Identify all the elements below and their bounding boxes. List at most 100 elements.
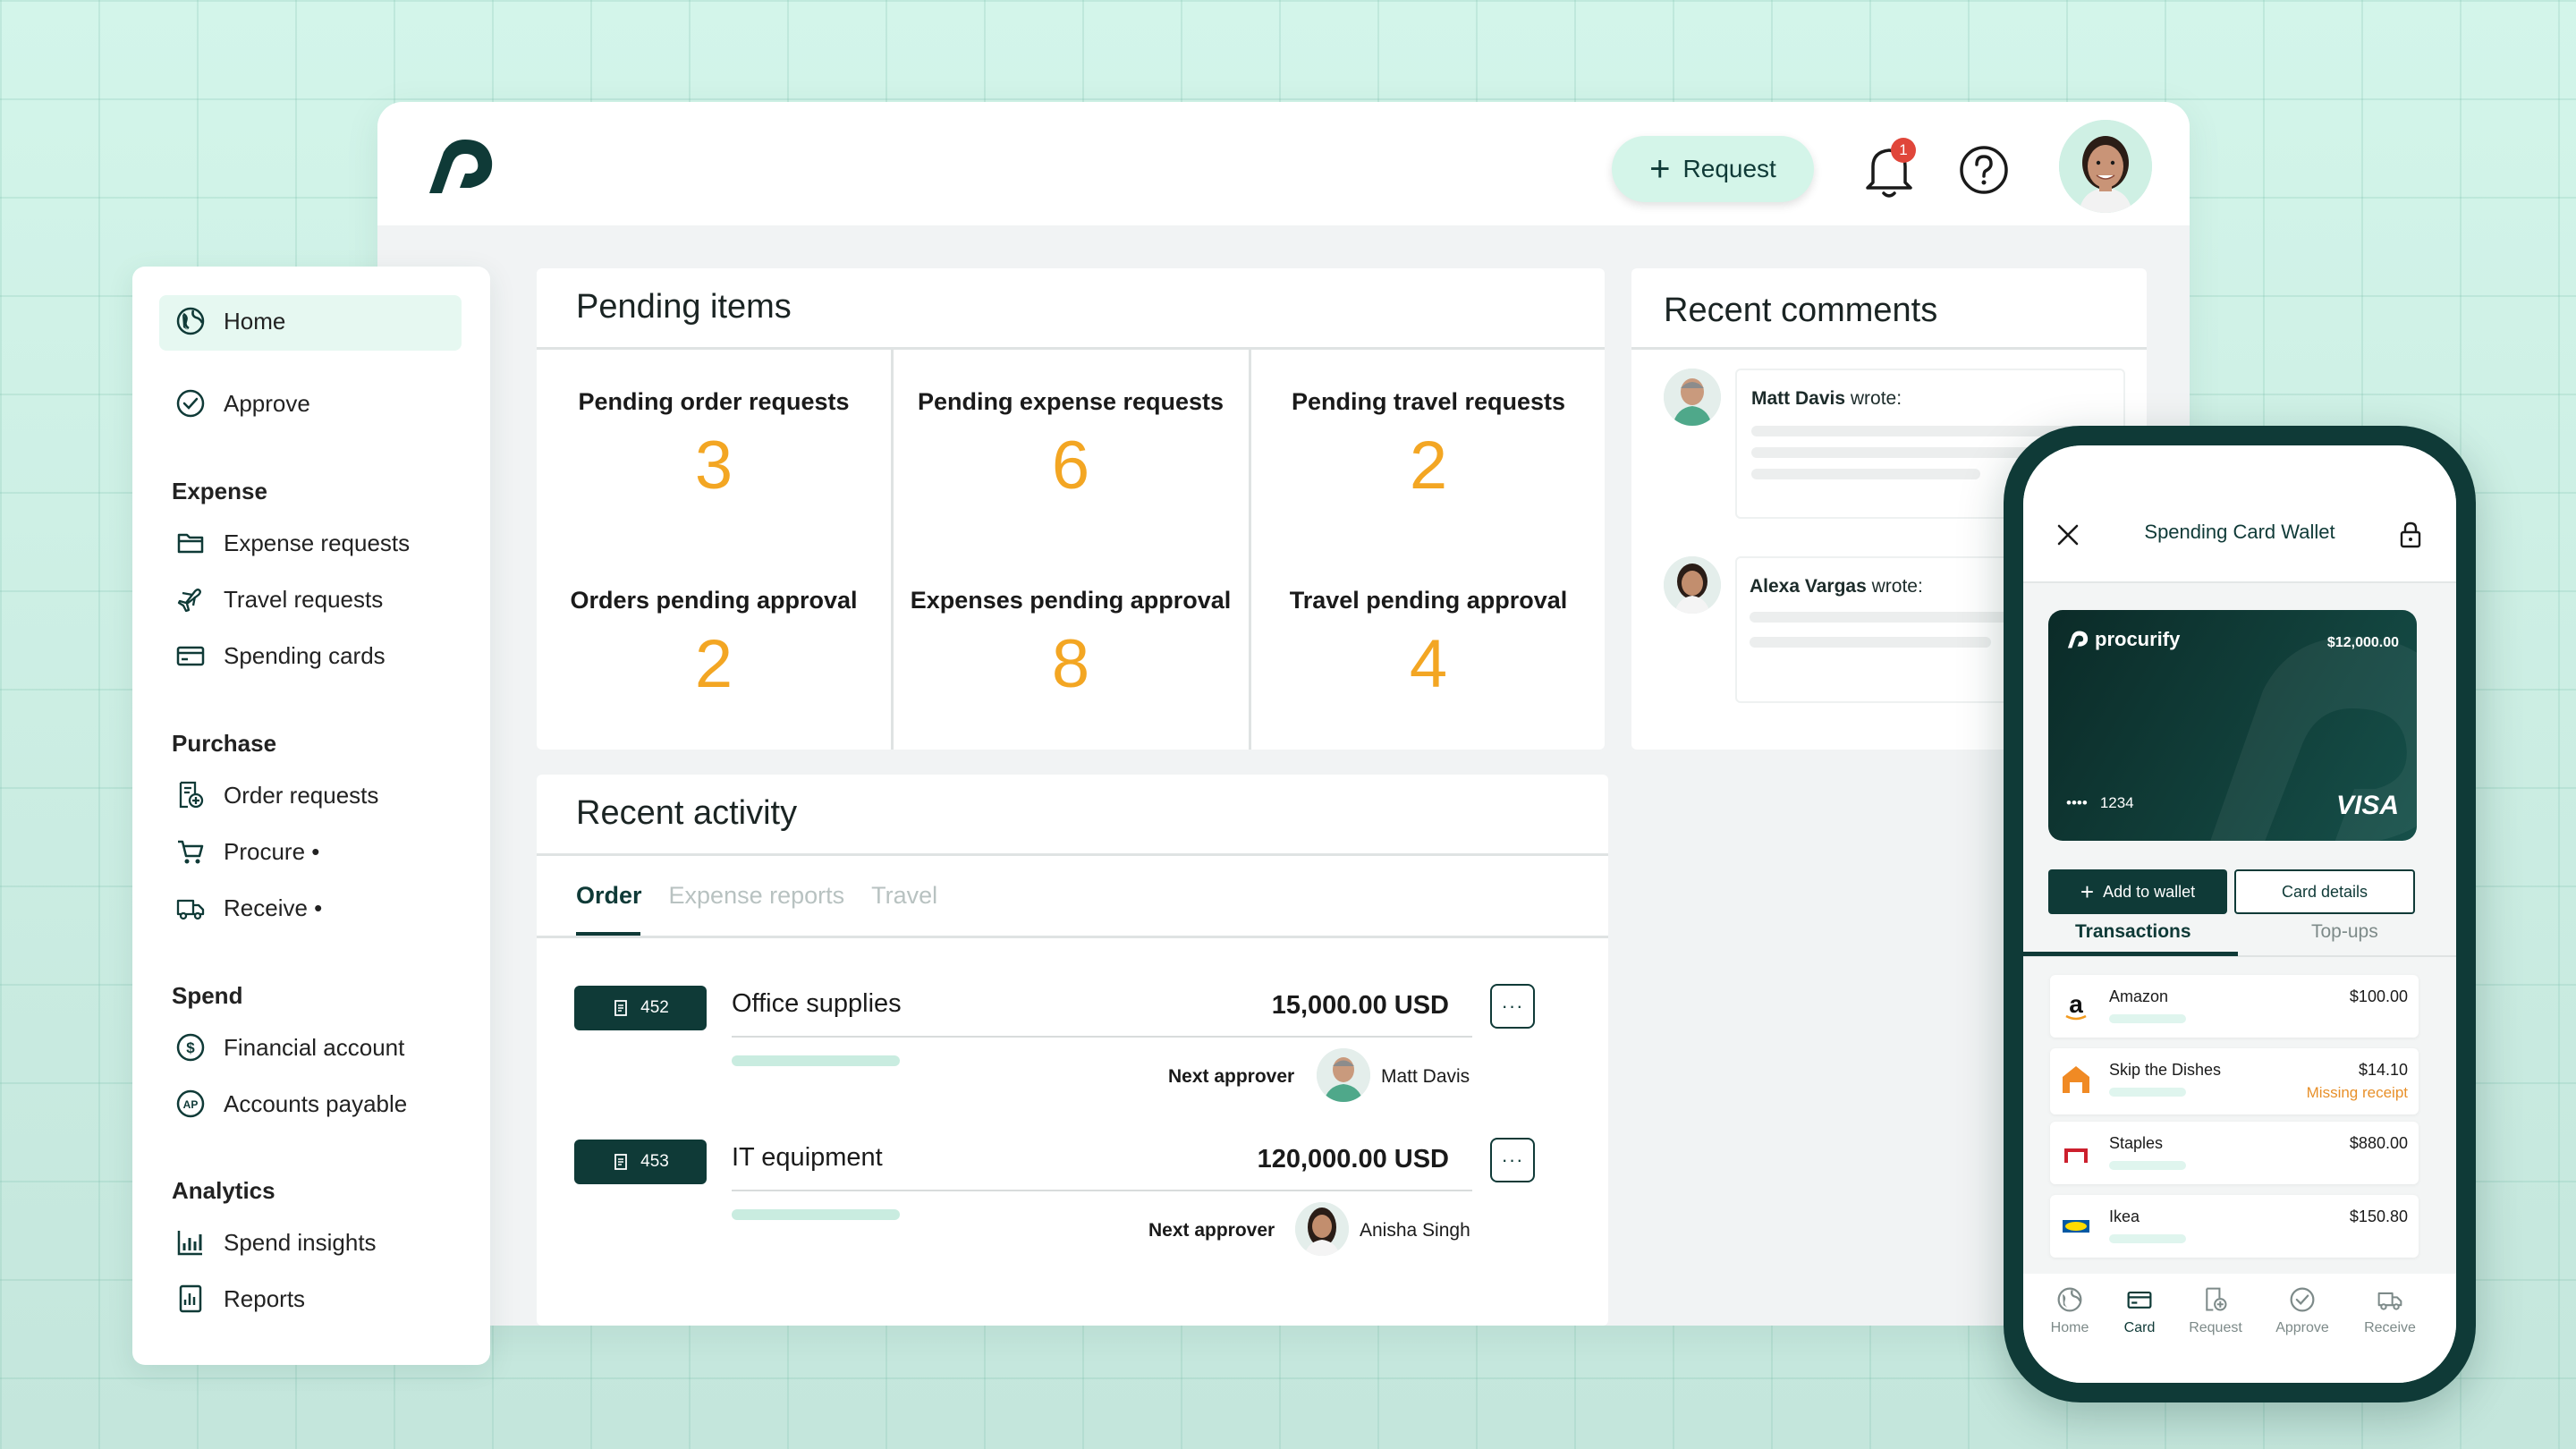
add-to-wallet-button[interactable]: + Add to wallet <box>2048 869 2227 914</box>
lock-icon[interactable] <box>2399 521 2422 549</box>
svg-text:a: a <box>2069 990 2083 1018</box>
missing-receipt-warning: Missing receipt <box>2306 1084 2408 1101</box>
pending-items-card: Pending items Pending order requests 3 P… <box>537 268 1605 750</box>
phone-title: Spending Card Wallet <box>2144 521 2335 543</box>
transaction-item[interactable]: Ikea $150.80 <box>2050 1195 2419 1258</box>
svg-text:$: $ <box>186 1039 195 1056</box>
tab-expense-reports[interactable]: Expense reports <box>669 882 845 910</box>
order-name[interactable]: Office supplies <box>732 989 902 1019</box>
sidebar-item-approve[interactable]: Approve <box>175 388 310 419</box>
order-name[interactable]: IT equipment <box>732 1143 883 1173</box>
expenses-pending-approval[interactable]: Expenses pending approval 8 <box>894 549 1248 748</box>
bar-chart-icon <box>177 1231 202 1256</box>
pending-travel-requests[interactable]: Pending travel requests 2 <box>1251 351 1606 549</box>
approver-name: Anisha Singh <box>1360 1220 1470 1241</box>
nav-approve[interactable]: Approve <box>2267 1286 2338 1336</box>
user-avatar[interactable] <box>2059 120 2152 213</box>
card-number: •••• 1234 <box>2066 794 2134 812</box>
amazon-logo: a <box>2059 989 2093 1023</box>
nav-label: Approve <box>2275 1320 2329 1335</box>
activity-tabs: Order Expense reports Travel <box>576 882 937 910</box>
order-number: 452 <box>640 998 669 1017</box>
notification-badge: 1 <box>1891 138 1916 163</box>
card-brand-name: procurify <box>2095 628 2181 650</box>
procurify-logo[interactable] <box>424 136 497 197</box>
sidebar-item-reports[interactable]: Reports <box>175 1284 305 1314</box>
sidebar-section-analytics: Analytics <box>172 1177 275 1204</box>
placeholder-bar <box>2109 1234 2186 1243</box>
nav-card[interactable]: Card <box>2104 1286 2175 1336</box>
divider <box>732 1036 1472 1038</box>
divider <box>732 1190 1472 1191</box>
pending-count: 3 <box>694 428 733 504</box>
comment-avatar <box>1664 556 1721 614</box>
card-brand: procurify <box>2066 628 2180 651</box>
sidebar-item-receive[interactable]: Receive • <box>175 893 322 923</box>
order-number-badge[interactable]: 452 <box>574 986 707 1030</box>
order-number-badge[interactable]: 453 <box>574 1140 707 1184</box>
merchant-name: Ikea <box>2109 1208 2140 1225</box>
add-to-wallet-label: Add to wallet <box>2103 882 2196 901</box>
order-amount: 120,000.00 USD <box>1257 1145 1449 1174</box>
order-document-icon <box>2206 1287 2227 1311</box>
sidebar-section-purchase: Purchase <box>172 730 277 757</box>
sidebar-item-expense-requests[interactable]: Expense requests <box>175 528 410 558</box>
pending-label: Pending order requests <box>578 388 850 415</box>
sidebar-item-home[interactable]: Home <box>175 306 285 336</box>
sidebar-item-label: Travel requests <box>224 585 384 613</box>
nav-home[interactable]: Home <box>2034 1286 2106 1336</box>
pending-count: 4 <box>1409 626 1448 702</box>
virtual-card[interactable]: procurify $12,000.00 •••• 1234 VISA <box>2048 610 2417 841</box>
comment-header: Matt Davis wrote: <box>1751 388 1902 410</box>
tab-transactions[interactable]: Transactions <box>2075 921 2191 943</box>
svg-text:AP: AP <box>183 1098 199 1111</box>
card-details-button[interactable]: Card details <box>2234 869 2415 914</box>
pending-items-title: Pending items <box>576 288 792 326</box>
transaction-item[interactable]: Staples $880.00 <box>2050 1122 2419 1184</box>
pending-expense-requests[interactable]: Pending expense requests 6 <box>894 351 1248 549</box>
more-options-button[interactable]: ··· <box>1490 984 1535 1029</box>
orders-pending-approval[interactable]: Orders pending approval 2 <box>537 549 891 748</box>
sidebar-item-spend-insights[interactable]: Spend insights <box>175 1227 377 1258</box>
tab-travel[interactable]: Travel <box>871 882 937 910</box>
comment-avatar <box>1664 369 1721 426</box>
divider <box>537 347 1605 350</box>
sidebar-item-label: Accounts payable <box>224 1089 408 1117</box>
sidebar-item-financial-account[interactable]: $ Financial account <box>175 1032 404 1063</box>
phone-bottom-nav: Home Card Request Approve Receive <box>2023 1274 2456 1383</box>
phone-header: Spending Card Wallet <box>2023 445 2456 583</box>
more-options-button[interactable]: ··· <box>1490 1138 1535 1182</box>
ellipsis-icon: ··· <box>1501 995 1524 1017</box>
pending-order-requests[interactable]: Pending order requests 3 <box>537 351 891 549</box>
merchant-name: Skip the Dishes <box>2109 1061 2222 1079</box>
sidebar-item-spending-cards[interactable]: Spending cards <box>175 640 386 671</box>
sidebar-item-accounts-payable[interactable]: AP Accounts payable <box>175 1089 407 1119</box>
sidebar-item-order-requests[interactable]: Order requests <box>175 780 378 810</box>
sidebar-item-label: Approve <box>224 389 310 417</box>
sidebar-item-procure[interactable]: Procure • <box>175 836 319 867</box>
sidebar-item-label: Expense requests <box>224 529 411 556</box>
card-balance: $12,000.00 <box>2326 635 2399 650</box>
card-details-label: Card details <box>2281 882 2368 901</box>
transaction-item[interactable]: a Amazon $100.00 <box>2050 975 2419 1038</box>
new-request-button[interactable]: + Request <box>1612 136 1814 202</box>
placeholder-bar <box>2109 1161 2186 1170</box>
travel-pending-approval[interactable]: Travel pending approval 4 <box>1251 549 1606 748</box>
help-icon[interactable] <box>1959 145 2009 195</box>
nav-receive[interactable]: Receive <box>2354 1286 2426 1336</box>
next-approver-label: Next approver <box>1168 1066 1295 1087</box>
sidebar-item-label: Reports <box>224 1284 306 1312</box>
active-tab-indicator <box>2023 952 2238 956</box>
card-number-mask: •••• <box>2066 794 2088 811</box>
tab-order[interactable]: Order <box>576 882 642 910</box>
sidebar-section-spend: Spend <box>172 982 243 1009</box>
credit-card-icon <box>176 646 205 666</box>
airplane-icon <box>177 589 201 613</box>
placeholder-bar <box>2109 1088 2186 1097</box>
sidebar-item-travel-requests[interactable]: Travel requests <box>175 584 383 614</box>
folder-icon <box>177 533 204 554</box>
tab-top-ups[interactable]: Top-ups <box>2311 921 2378 943</box>
nav-request[interactable]: Request <box>2180 1286 2251 1336</box>
transaction-item[interactable]: Skip the Dishes $14.10 Missing receipt <box>2050 1048 2419 1114</box>
nav-label: Receive <box>2364 1320 2416 1335</box>
